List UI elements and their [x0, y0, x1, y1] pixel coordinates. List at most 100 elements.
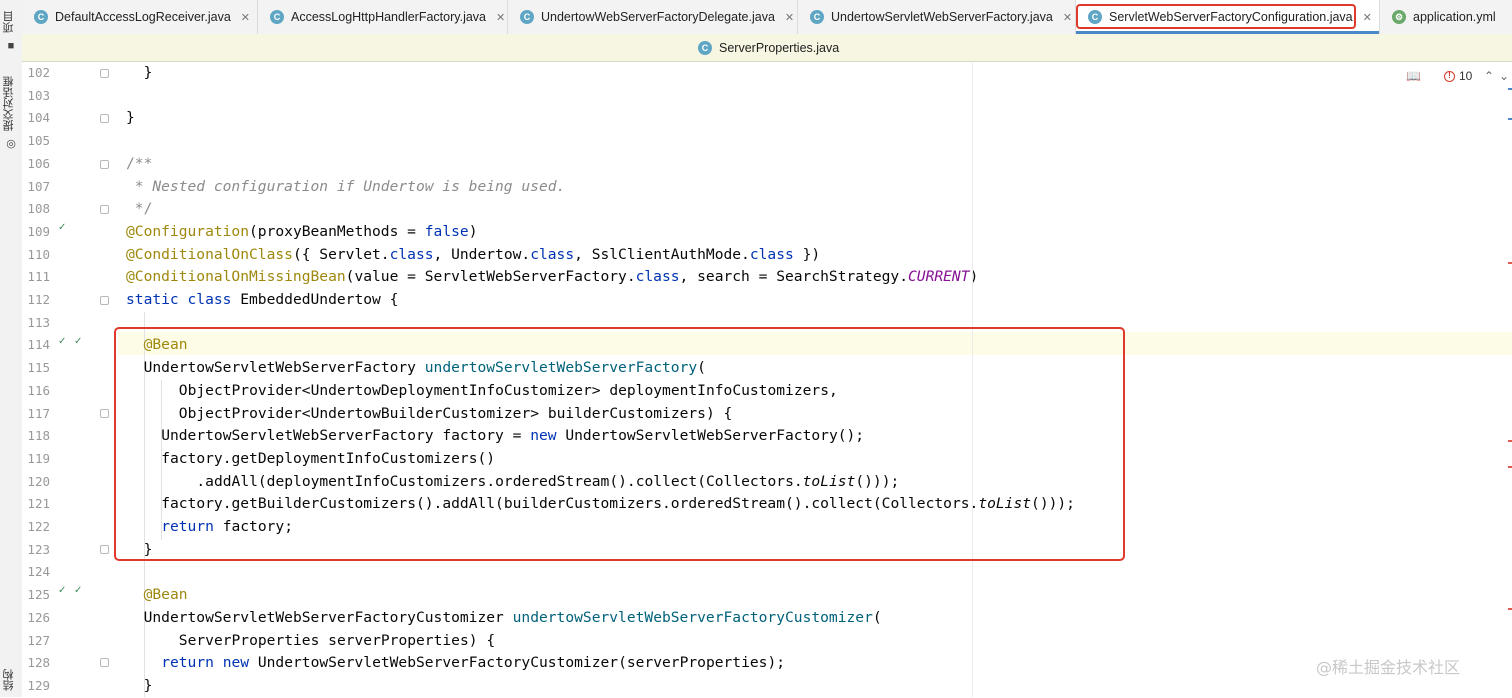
stripe-mark[interactable] [1508, 466, 1512, 468]
line-number-gutter: 102 103 104 105 106 107 108 109 110 111 … [22, 62, 118, 697]
spring-bean-icon[interactable]: ✓ [58, 336, 66, 347]
next-highlight-icon[interactable]: ⌄ [1499, 68, 1509, 84]
error-count: 10 [1459, 69, 1473, 83]
code-line-107: * Nested configuration if Undertow is be… [126, 177, 566, 195]
editor-tab-bar-row2: C ServerProperties.java [22, 34, 1512, 62]
fold-marker[interactable] [100, 545, 109, 554]
stripe-mark[interactable] [1508, 262, 1512, 264]
code-line-111: @ConditionalOnMissingBean(value = Servle… [126, 268, 979, 286]
code-line-127: ServerProperties serverProperties) { [178, 631, 496, 649]
line-number: 126 [27, 609, 50, 625]
tab-undertow-web-server-factory-delegate[interactable]: C UndertowWebServerFactoryDelegate.java … [508, 0, 798, 34]
code-line-126: UndertowServletWebServerFactoryCustomize… [143, 608, 882, 626]
code-line-112: static class EmbeddedUndertow { [126, 291, 399, 308]
structure-tool-button[interactable]: 结构 [1, 666, 21, 694]
stripe-mark[interactable] [1508, 608, 1512, 610]
code-line-125: @Bean [143, 586, 188, 604]
spring-bean-icon[interactable]: ✓ [74, 585, 82, 596]
java-class-icon: C [34, 10, 48, 24]
java-class-icon: C [270, 10, 284, 24]
fold-marker[interactable] [100, 296, 109, 305]
reader-mode-icon[interactable]: 📖 [1406, 68, 1421, 84]
line-number: 124 [27, 564, 50, 580]
fold-marker[interactable] [100, 658, 109, 667]
line-number: 121 [27, 496, 50, 512]
line-number: 128 [27, 655, 50, 671]
tab-label: AccessLogHttpHandlerFactory.java [291, 10, 486, 24]
active-tab-highlight-box [1076, 4, 1356, 29]
line-number: 115 [27, 360, 50, 376]
tab-access-log-http-handler-factory[interactable]: C AccessLogHttpHandlerFactory.java ✕ [258, 0, 508, 34]
fold-marker[interactable] [100, 114, 109, 123]
line-number: 103 [27, 87, 50, 103]
fold-marker[interactable] [100, 409, 109, 418]
previous-highlight-icon[interactable]: ⌃ [1484, 68, 1494, 84]
watermark: @稀土掘金技术社区 [1316, 658, 1461, 677]
fold-marker[interactable] [100, 69, 109, 78]
line-number: 114 [27, 337, 50, 353]
line-number: 109 [27, 223, 50, 239]
code-line-106: /** [126, 154, 153, 172]
line-number: 117 [27, 405, 50, 421]
line-number: 102 [27, 65, 50, 80]
line-number: 110 [27, 246, 50, 262]
line-number: 123 [27, 541, 50, 557]
commit-tool-button[interactable]: 提交对话框 [1, 72, 21, 136]
stripe-mark[interactable] [1508, 88, 1512, 90]
line-number: 119 [27, 450, 50, 466]
java-class-icon: C [698, 40, 712, 55]
code-line-129: } [143, 676, 153, 694]
tab-label: application.yml [1413, 10, 1496, 24]
code-line-102: } [143, 64, 153, 81]
spring-bean-icon[interactable]: ✓ [74, 336, 82, 347]
code-line-109: @Configuration(proxyBeanMethods = false) [126, 222, 478, 240]
line-number: 104 [27, 110, 50, 126]
tab-label: DefaultAccessLogReceiver.java [55, 10, 231, 24]
line-number: 113 [27, 314, 50, 330]
project-tool-button[interactable]: 项目 [1, 8, 21, 36]
code-line-104: } [126, 109, 135, 127]
stripe-mark[interactable] [1508, 440, 1512, 442]
line-number: 129 [27, 677, 50, 693]
commit-icon[interactable]: ◎ [4, 138, 18, 150]
line-number: 118 [27, 428, 50, 444]
java-class-icon: C [520, 10, 534, 24]
yaml-file-icon: ⚙ [1392, 10, 1406, 24]
line-number: 112 [27, 292, 50, 307]
close-icon[interactable]: ✕ [1063, 11, 1072, 24]
line-number: 111 [27, 269, 50, 285]
tab-application-yml[interactable]: ⚙ application.yml [1380, 0, 1512, 34]
spring-bean-icon[interactable]: ✓ [58, 222, 66, 233]
close-icon[interactable]: ✕ [241, 11, 250, 24]
java-class-icon: C [810, 10, 824, 24]
line-number: 125 [27, 587, 50, 603]
close-icon[interactable]: ✕ [1363, 11, 1372, 24]
fold-marker[interactable] [100, 205, 109, 214]
line-number: 106 [27, 155, 50, 171]
code-line-128: return new UndertowServletWebServerFacto… [161, 654, 786, 672]
inspection-widget[interactable]: ! 10 [1444, 68, 1472, 84]
line-number: 120 [27, 473, 50, 489]
code-line-108: */ [126, 200, 153, 218]
tab-server-properties[interactable]: C ServerProperties.java [698, 34, 839, 61]
folder-icon[interactable]: ■ [4, 40, 18, 52]
fold-marker[interactable] [100, 160, 109, 169]
tab-undertow-servlet-web-server-factory[interactable]: C UndertowServletWebServerFactory.java ✕ [798, 0, 1076, 34]
stripe-mark[interactable] [1508, 118, 1512, 120]
line-number: 116 [27, 382, 50, 398]
close-icon[interactable]: ✕ [496, 11, 505, 24]
line-number: 105 [27, 133, 50, 149]
code-line-110: @ConditionalOnClass({ Servlet.class, Und… [126, 245, 821, 263]
close-icon[interactable]: ✕ [785, 11, 794, 24]
line-number: 122 [27, 519, 50, 534]
left-tool-strip: ■ 项目 ◎ 提交对话框 结构 [0, 0, 23, 697]
spring-bean-icon[interactable]: ✓ [58, 585, 66, 596]
line-number: 107 [27, 178, 50, 194]
line-number: 127 [27, 632, 50, 648]
tab-label: UndertowWebServerFactoryDelegate.java [541, 10, 775, 24]
tab-default-access-log-receiver[interactable]: C DefaultAccessLogReceiver.java ✕ [22, 0, 258, 34]
code-highlight-box [114, 327, 1125, 561]
tab-label: UndertowServletWebServerFactory.java [831, 10, 1053, 24]
tab-label: ServerProperties.java [719, 40, 840, 55]
error-icon: ! [1444, 70, 1455, 82]
